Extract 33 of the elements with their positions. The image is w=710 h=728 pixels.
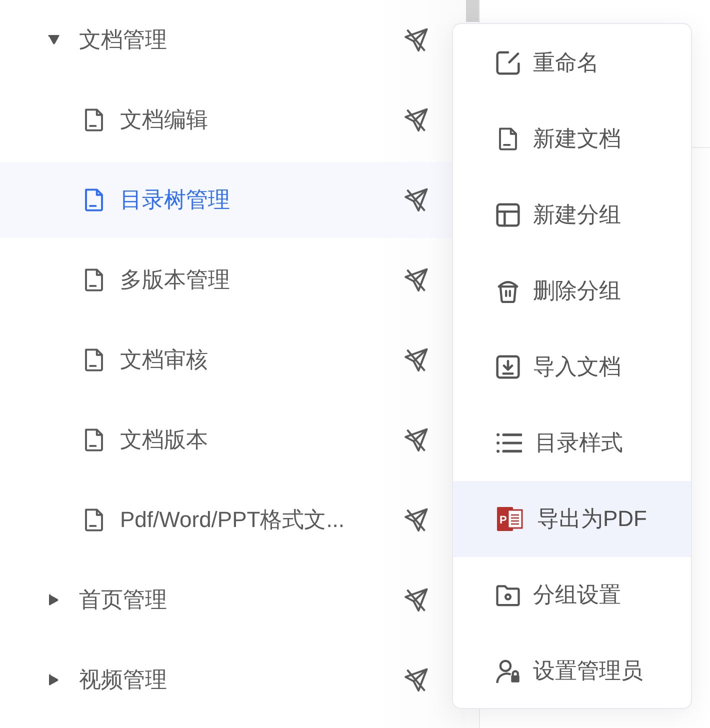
paper-plane-slash-icon[interactable]: [404, 28, 428, 52]
trash-icon: [496, 279, 520, 303]
file-icon: [82, 268, 106, 292]
user-lock-icon: [496, 659, 520, 683]
file-icon: [82, 108, 106, 132]
paper-plane-slash-icon[interactable]: [404, 588, 428, 612]
file-icon: [496, 127, 520, 151]
layout-icon: [496, 203, 520, 227]
list-icon: [496, 432, 522, 454]
paper-plane-slash-icon[interactable]: [404, 428, 428, 452]
menu-item[interactable]: 目录样式: [453, 405, 691, 481]
paper-plane-slash-icon[interactable]: [404, 668, 428, 692]
paper-plane-slash-icon[interactable]: [404, 108, 428, 132]
file-icon: [82, 508, 106, 532]
edit-icon: [496, 51, 520, 75]
menu-item[interactable]: 新建文档: [453, 101, 691, 177]
menu-item[interactable]: 分组设置: [453, 557, 691, 633]
file-icon: [82, 348, 106, 372]
paper-plane-slash-icon[interactable]: [404, 508, 428, 532]
menu-item[interactable]: P 导出为PDF: [453, 481, 691, 557]
file-icon: [82, 188, 106, 212]
menu-item[interactable]: 新建分组: [453, 177, 691, 253]
download-icon: [496, 355, 520, 379]
paper-plane-slash-icon[interactable]: [404, 188, 428, 212]
paper-plane-slash-icon[interactable]: [404, 348, 428, 372]
menu-item[interactable]: 重命名: [453, 25, 691, 101]
menu-item[interactable]: 设置管理员: [453, 633, 691, 708]
menu-item[interactable]: 导入文档: [453, 329, 691, 405]
paper-plane-slash-icon[interactable]: [404, 268, 428, 292]
folder-gear-icon: [496, 583, 520, 607]
file-icon: [82, 428, 106, 452]
scrollbar-thumb[interactable]: [466, 0, 479, 22]
menu-item[interactable]: 删除分组: [453, 253, 691, 329]
